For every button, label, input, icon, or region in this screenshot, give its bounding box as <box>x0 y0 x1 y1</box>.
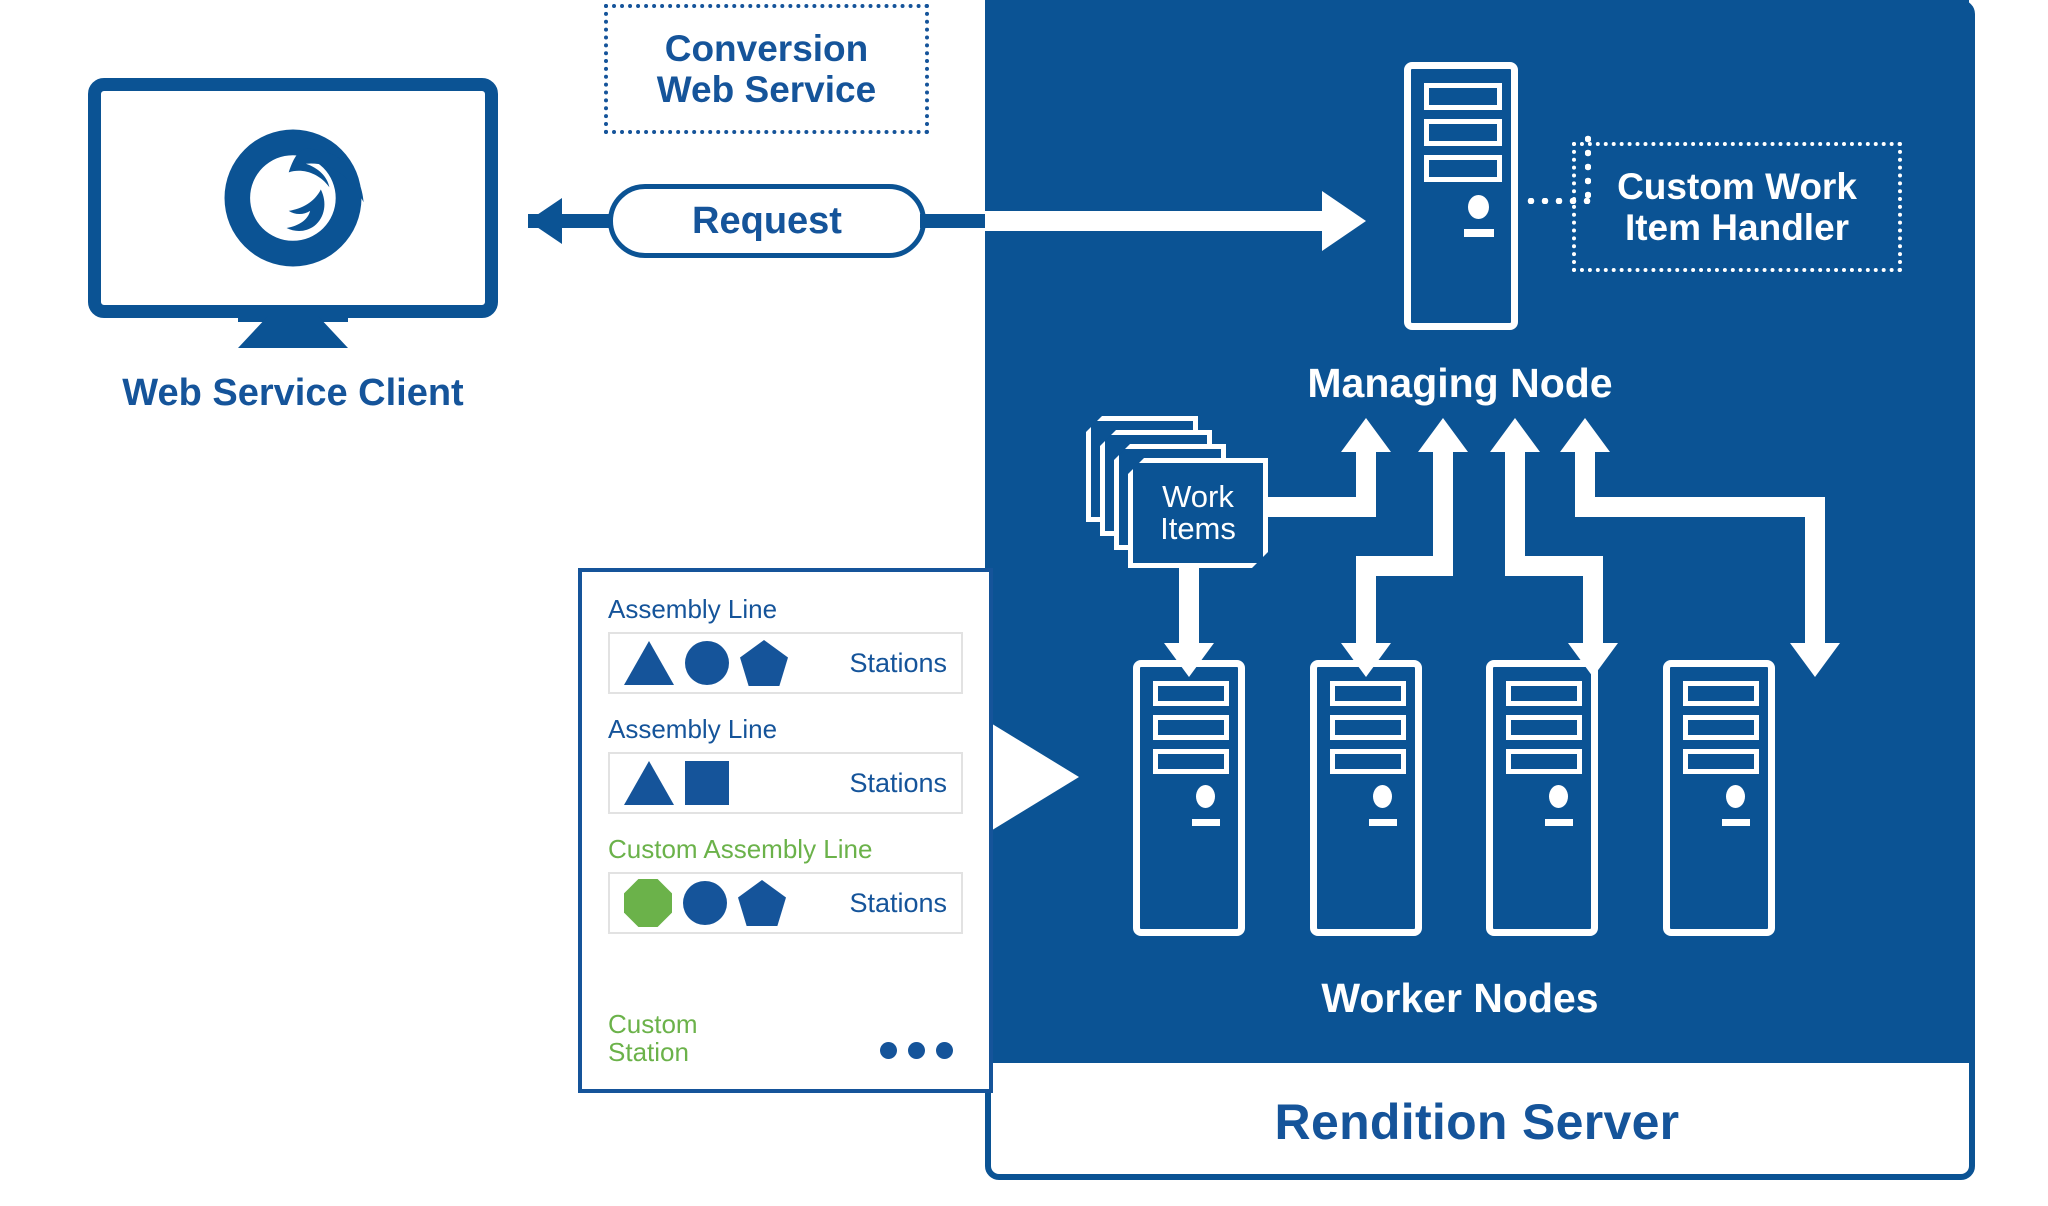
power-button-icon <box>1549 785 1568 808</box>
stations-label: Stations <box>849 647 947 678</box>
server-bay <box>1683 715 1759 740</box>
circle-shape-icon <box>683 881 727 925</box>
handler-line-1: Custom Work <box>1617 165 1857 207</box>
flow-segment <box>1575 497 1825 517</box>
pentagon-shape-icon <box>738 880 786 926</box>
foxit-swirl-logo-icon <box>224 129 364 267</box>
request-line-left <box>528 214 618 228</box>
flow-arrow-up-icon <box>1418 418 1468 452</box>
legend-callout-tail <box>989 722 1079 832</box>
triangle-shape-icon <box>624 761 674 805</box>
work-items-line-2: Items <box>1160 511 1236 546</box>
flow-arrow-down-icon <box>1790 643 1840 677</box>
circle-shape-icon <box>685 641 729 685</box>
managing-node-label: Managing Node <box>1307 360 1613 406</box>
stations-label: Stations <box>849 767 947 798</box>
legend-row-title: Assembly Line <box>608 714 778 744</box>
flow-arrow-up-icon <box>1560 418 1610 452</box>
server-bay <box>1153 681 1229 706</box>
ellipsis-icon <box>880 1042 953 1059</box>
legend-row: Stations <box>608 632 963 694</box>
server-bay <box>1506 681 1582 706</box>
server-bay <box>1153 715 1229 740</box>
power-button-icon <box>1373 785 1392 808</box>
server-bay <box>1330 715 1406 740</box>
worker-node-server-tower-icon <box>1486 660 1598 936</box>
server-indicator <box>1192 819 1220 826</box>
triangle-shape-icon <box>624 641 674 685</box>
server-bay <box>1424 155 1502 182</box>
cws-line-2: Web Service <box>656 69 877 110</box>
request-line-inside-panel <box>985 211 1335 231</box>
server-indicator <box>1369 819 1397 826</box>
server-bay <box>1683 681 1759 706</box>
flow-segment <box>1179 568 1199 648</box>
work-items-card-front: Work Items <box>1128 458 1268 568</box>
rendition-server-label: Rendition Server <box>1274 1093 1680 1150</box>
octagon-shape-icon <box>624 879 672 927</box>
power-button-icon <box>1196 785 1215 808</box>
legend-row: Stations <box>608 752 963 814</box>
custom-station-label: Custom Station <box>608 1010 698 1066</box>
work-items-line-1: Work <box>1162 478 1234 514</box>
custom-station-line-2: Station <box>608 1037 689 1068</box>
server-bay <box>1424 83 1502 110</box>
legend-row-title: Assembly Line <box>608 594 778 624</box>
worker-nodes-label: Worker Nodes <box>1321 975 1599 1021</box>
custom-station-line-1: Custom <box>608 1009 698 1039</box>
request-arrow-right-icon <box>1322 191 1366 251</box>
power-button-icon <box>1726 785 1745 808</box>
custom-work-item-handler-box: Custom Work Item Handler <box>1572 142 1902 272</box>
server-bay <box>1424 119 1502 146</box>
server-indicator <box>1545 819 1573 826</box>
legend-row-custom: Stations <box>608 872 963 934</box>
pentagon-shape-icon <box>740 640 788 686</box>
server-bay <box>1683 749 1759 774</box>
server-indicator <box>1464 229 1494 237</box>
server-bay <box>1330 681 1406 706</box>
worker-node-server-tower-icon <box>1663 660 1775 936</box>
server-bay <box>1506 715 1582 740</box>
flow-segment <box>1583 556 1603 648</box>
power-button-icon <box>1468 195 1489 219</box>
flow-segment <box>1356 556 1376 648</box>
flow-arrow-up-icon <box>1490 418 1540 452</box>
handler-line-2: Item Handler <box>1624 207 1850 248</box>
server-bay <box>1153 749 1229 774</box>
stations-label: Stations <box>849 887 947 918</box>
conversion-web-service-box: Conversion Web Service <box>604 4 929 134</box>
worker-node-server-tower-icon <box>1310 660 1422 936</box>
server-bay <box>1330 749 1406 774</box>
legend-callout-panel: Assembly Line Stations Assembly Line Sta… <box>578 568 993 1093</box>
worker-node-server-tower-icon <box>1133 660 1245 936</box>
flow-segment <box>1805 497 1825 648</box>
legend-row-title-custom: Custom Assembly Line <box>608 834 873 864</box>
flow-arrow-up-icon <box>1341 418 1391 452</box>
server-indicator <box>1722 819 1750 826</box>
managing-node-server-tower-icon <box>1404 62 1518 330</box>
request-pill: Request <box>608 184 926 258</box>
server-bay <box>1506 749 1582 774</box>
web-service-client-monitor <box>88 78 498 318</box>
square-shape-icon <box>685 761 729 805</box>
web-service-client-label: Web Service Client <box>122 372 464 414</box>
flow-segment <box>1356 450 1376 517</box>
monitor-stand <box>238 316 348 348</box>
cws-line-1: Conversion <box>664 27 869 69</box>
